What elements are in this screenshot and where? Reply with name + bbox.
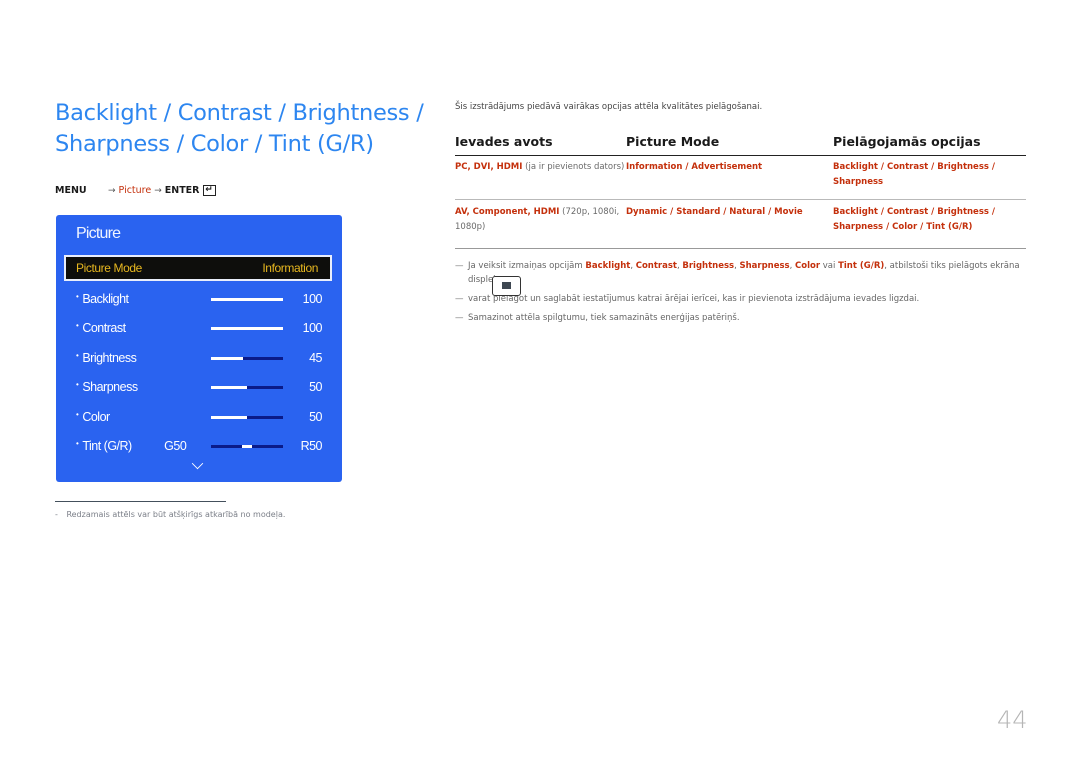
osd-item-label: Sharpness bbox=[82, 380, 138, 394]
source-note: (ja ir pievienots dators) bbox=[522, 162, 625, 172]
tint-green-value: G50 bbox=[164, 439, 187, 453]
osd-item-label: Tint (G/R) bbox=[82, 439, 132, 453]
table-row: PC, DVI, HDMI (ja ir pievienots dators) … bbox=[455, 156, 1026, 200]
source-names: PC, DVI, HDMI bbox=[455, 162, 523, 172]
cell-modes: Information / Advertisement bbox=[626, 162, 763, 172]
note-keyword: Color bbox=[795, 261, 821, 271]
note-item: — Ja veiksit izmaiņas opcijām Backlight, … bbox=[455, 259, 1028, 287]
osd-item-backlight[interactable]: • Backlight 100 bbox=[76, 289, 323, 309]
backlight-slider[interactable] bbox=[211, 297, 283, 301]
osd-item-brightness[interactable]: • Brightness 45 bbox=[76, 348, 322, 368]
note-keyword: Backlight bbox=[585, 261, 631, 271]
note-dash: — bbox=[455, 313, 464, 323]
page-title-line-1: Backlight / Contrast / Brightness / bbox=[55, 100, 424, 126]
osd-item-value: 50 bbox=[309, 380, 322, 394]
osd-item-value: 45 bbox=[309, 351, 322, 365]
osd-title: Picture bbox=[76, 225, 121, 242]
slider-fill bbox=[211, 326, 283, 330]
osd-item-label: Color bbox=[82, 410, 110, 424]
note-text: Samazinot attēla spilgtumu, tiek samazin… bbox=[468, 313, 740, 323]
note-keyword: Sharpness bbox=[739, 261, 790, 271]
cell-source: AV, Component, HDMI (720p, 1080i, 1080p) bbox=[455, 205, 626, 248]
bullet-icon: • bbox=[76, 291, 79, 301]
note-sep: vai bbox=[820, 261, 839, 271]
notes-list: — Ja veiksit izmaiņas opcijām Backlight, … bbox=[455, 259, 1035, 330]
arrow-icon: → bbox=[154, 185, 162, 196]
tint-slider[interactable] bbox=[211, 444, 283, 448]
options-table: Ievades avots Picture Mode Pielāgojamās … bbox=[455, 128, 1026, 249]
cell-modes: Dynamic / Standard / Natural / Movie bbox=[626, 207, 803, 217]
slider-fill bbox=[211, 415, 247, 419]
note-keyword: Brightness bbox=[682, 261, 735, 271]
osd-item-tint[interactable]: • Tint (G/R) G50 R50 bbox=[76, 436, 323, 456]
bullet-icon: • bbox=[76, 379, 79, 389]
bullet-icon: • bbox=[76, 320, 79, 330]
bullet-icon: • bbox=[76, 350, 79, 360]
footnote-dash: - bbox=[55, 510, 58, 519]
table-header: Ievades avots Picture Mode Pielāgojamās … bbox=[455, 128, 1026, 156]
intro-text: Šis izstrādājums piedāvā vairākas opcija… bbox=[455, 102, 763, 112]
note-dash: — bbox=[455, 261, 464, 271]
osd-item-label: Contrast bbox=[82, 321, 126, 335]
cell-options: Backlight / Contrast / Brightness / Shar… bbox=[833, 162, 996, 187]
footnote: - Redzamais attēls var būt atšķirīgs atk… bbox=[55, 510, 285, 519]
note-dash: — bbox=[455, 294, 464, 304]
chevron-down-icon[interactable] bbox=[191, 457, 204, 470]
sharpness-slider[interactable] bbox=[211, 385, 283, 389]
menu-label: MENU bbox=[55, 185, 87, 196]
color-slider[interactable] bbox=[211, 415, 283, 419]
osd-item-contrast[interactable]: • Contrast 100 bbox=[76, 318, 323, 338]
source-names: AV, Component, HDMI bbox=[455, 207, 560, 217]
cell-options: Backlight / Contrast / Brightness / Shar… bbox=[833, 207, 996, 232]
picture-osd-panel: Picture Picture Mode Information • Backl… bbox=[56, 215, 342, 482]
enter-key-icon: ↵ bbox=[202, 185, 216, 196]
osd-item-value: 50 bbox=[309, 410, 322, 424]
page-number: 44 bbox=[997, 706, 1028, 734]
tint-red-value: R50 bbox=[300, 439, 323, 453]
picture-mode-label: Picture Mode bbox=[76, 261, 142, 275]
note-text: varat pielāgot un saglabāt iestatījumus … bbox=[468, 294, 920, 304]
note-text: Ja veiksit izmaiņas opcijām bbox=[468, 261, 586, 271]
note-keyword: Tint (G/R) bbox=[838, 261, 885, 271]
table-row: AV, Component, HDMI (720p, 1080i, 1080p)… bbox=[455, 200, 1026, 249]
osd-item-value: 100 bbox=[302, 292, 323, 306]
bullet-icon: • bbox=[76, 438, 79, 448]
picture-mode-row[interactable]: Picture Mode Information bbox=[64, 255, 332, 281]
contrast-slider[interactable] bbox=[211, 326, 283, 330]
osd-item-color[interactable]: • Color 50 bbox=[76, 407, 322, 427]
osd-item-label: Brightness bbox=[82, 351, 137, 365]
page-title: Backlight / Contrast / Brightness / Shar… bbox=[55, 98, 435, 160]
menu-picture-label: Picture bbox=[118, 185, 152, 196]
header-adjustable-options: Pielāgojamās opcijas bbox=[833, 134, 981, 149]
slider-fill bbox=[211, 385, 247, 389]
footnote-text: Redzamais attēls var būt atšķirīgs atkar… bbox=[66, 510, 286, 519]
picture-mode-value: Information bbox=[262, 261, 318, 275]
header-picture-mode: Picture Mode bbox=[626, 134, 720, 149]
osd-item-value: 100 bbox=[302, 321, 323, 335]
display-icon bbox=[492, 276, 521, 296]
slider-thumb[interactable] bbox=[242, 444, 252, 448]
note-item: — Samazinot attēla spilgtumu, tiek samazi… bbox=[455, 311, 1035, 325]
note-item: — varat pielāgot un saglabāt iestatījumus… bbox=[455, 292, 1035, 306]
header-input-source: Ievades avots bbox=[455, 134, 553, 149]
menu-path: MENU → Picture → ENTER ↵ bbox=[55, 185, 216, 196]
brightness-slider[interactable] bbox=[211, 356, 283, 360]
page-title-line-2: Sharpness / Color / Tint (G/R) bbox=[55, 131, 374, 157]
bullet-icon: • bbox=[76, 409, 79, 419]
slider-fill bbox=[211, 356, 244, 360]
footnote-divider bbox=[55, 501, 226, 502]
arrow-icon: → bbox=[108, 185, 116, 196]
slider-fill bbox=[211, 297, 283, 301]
osd-item-label: Backlight bbox=[82, 292, 129, 306]
cell-source: PC, DVI, HDMI (ja ir pievienots dators) bbox=[455, 160, 626, 199]
enter-label: ENTER bbox=[164, 185, 200, 196]
osd-item-sharpness[interactable]: • Sharpness 50 bbox=[76, 377, 322, 397]
note-keyword: Contrast bbox=[635, 261, 677, 271]
